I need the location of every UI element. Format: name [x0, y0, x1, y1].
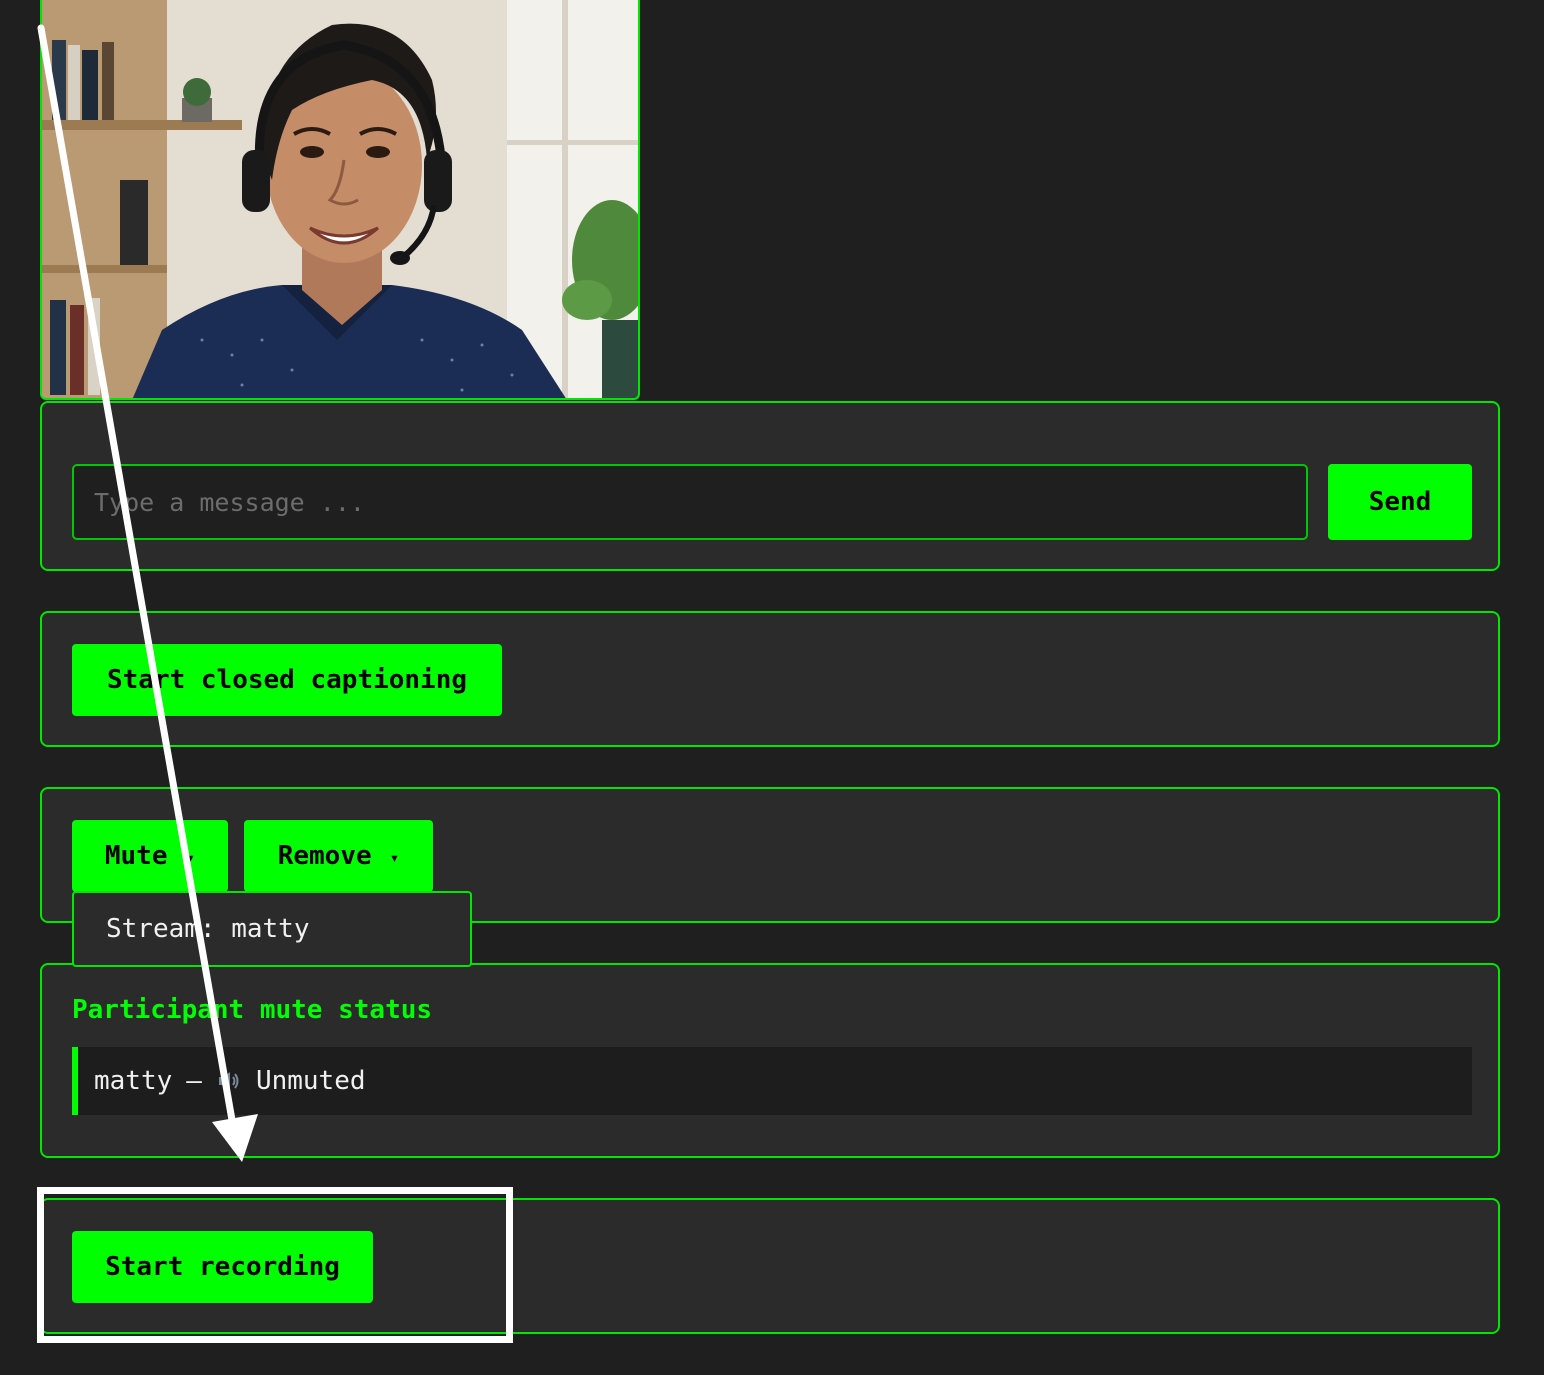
participant-video-tile [40, 0, 640, 400]
mute-status-panel: Participant mute status matty — Unmuted [40, 963, 1500, 1158]
chevron-down-icon: ▾ [389, 847, 400, 867]
speaker-icon [216, 1068, 242, 1094]
participant-name: matty [94, 1066, 173, 1096]
status-separator: — [186, 1066, 202, 1096]
captions-panel: Start closed captioning [40, 611, 1500, 747]
participant-status-text: Unmuted [255, 1066, 366, 1096]
recording-panel: Start recording [40, 1198, 1500, 1334]
mute-dropdown-button[interactable]: Mute ▾ [72, 820, 228, 892]
start-recording-button[interactable]: Start recording [72, 1231, 373, 1303]
dropdown-item-stream-matty[interactable]: Stream: matty [106, 914, 310, 944]
remove-button-label: Remove [277, 841, 372, 871]
remove-dropdown-button[interactable]: Remove ▾ [244, 820, 433, 892]
message-input[interactable] [72, 464, 1308, 540]
video-call-app: Send Start closed captioning Mute ▾ Remo… [0, 0, 1544, 1375]
participant-video-image [42, 0, 638, 398]
chevron-down-icon: ▾ [185, 847, 196, 867]
mute-dropdown-menu: Stream: matty [72, 891, 472, 967]
mute-button-label: Mute [104, 841, 168, 871]
chat-panel: Send [40, 401, 1500, 571]
mute-status-title: Participant mute status [72, 995, 433, 1025]
participant-status-row: matty — Unmuted [72, 1047, 1472, 1115]
start-closed-captioning-button[interactable]: Start closed captioning [72, 644, 502, 716]
send-button[interactable]: Send [1328, 464, 1472, 540]
